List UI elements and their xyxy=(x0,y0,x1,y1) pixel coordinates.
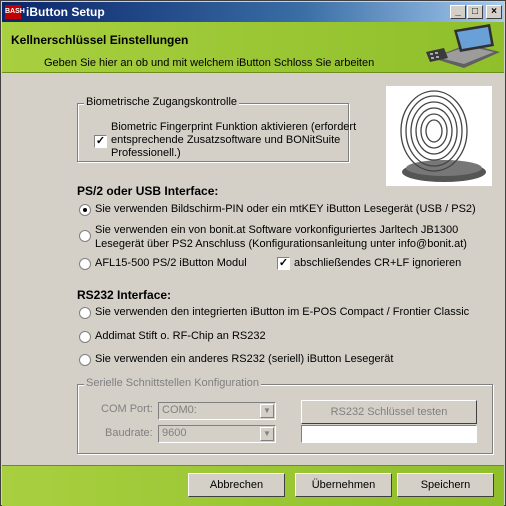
ps2-option-afl15-radio[interactable] xyxy=(79,258,91,270)
ps2-option-jarltech-label[interactable]: Sie verwenden ein von bonit.at Software … xyxy=(95,223,467,251)
jarltech-label-line1: Sie verwenden ein von bonit.at Software … xyxy=(95,224,459,236)
crlf-checkbox-label[interactable]: abschließendes CR+LF ignorieren xyxy=(294,257,461,269)
baudrate-value: 9600 xyxy=(162,427,187,439)
setup-window: BASH iButton Setup _ □ × Kellnerschlüsse… xyxy=(0,0,506,506)
baudrate-label: Baudrate: xyxy=(105,427,153,439)
biometric-legend: Biometrische Zugangskontrolle xyxy=(84,96,240,108)
rs232-option-other-label[interactable]: Sie verwenden ein anderes RS232 (seriell… xyxy=(95,353,393,365)
com-port-select[interactable]: COM0: ▼ xyxy=(158,402,276,420)
minimize-button[interactable]: _ xyxy=(450,5,466,19)
header-banner: Kellnerschlüssel Einstellungen Geben Sie… xyxy=(2,22,504,73)
cancel-button[interactable]: Abbrechen xyxy=(188,473,285,497)
chevron-down-icon[interactable]: ▼ xyxy=(260,404,274,418)
fingerprint-checkbox[interactable]: ✓ xyxy=(94,135,107,148)
close-button[interactable]: × xyxy=(486,5,502,19)
fingerprint-checkbox-label[interactable]: Biometric Fingerprint Funktion aktiviere… xyxy=(111,121,356,160)
header-subtitle: Geben Sie hier an ob und mit welchem iBu… xyxy=(44,57,375,69)
rs232-test-button[interactable]: RS232 Schlüssel testen xyxy=(301,400,477,424)
ps2-option-screen-pin-radio[interactable] xyxy=(79,204,91,216)
save-button[interactable]: Speichern xyxy=(397,473,494,497)
jarltech-label-line2: Lesegerät über PS2 Anschluss (Konfigurat… xyxy=(95,238,467,250)
title-bar[interactable]: BASH iButton Setup _ □ × xyxy=(2,2,504,22)
window-title: iButton Setup xyxy=(26,5,105,19)
maximize-button[interactable]: □ xyxy=(467,5,483,19)
app-icon: BASH xyxy=(5,5,25,19)
fingerprint-label-line1: Biometric Fingerprint Funktion aktiviere… xyxy=(111,121,357,133)
serial-config-legend: Serielle Schnittstellen Konfiguration xyxy=(84,377,262,389)
com-port-label: COM Port: xyxy=(101,403,153,415)
rs232-test-field[interactable] xyxy=(301,425,477,443)
crlf-checkbox[interactable]: ✓ xyxy=(277,257,290,270)
apply-button[interactable]: Übernehmen xyxy=(295,473,392,497)
ps2-heading: PS/2 oder USB Interface: xyxy=(77,184,219,198)
ps2-option-afl15-label[interactable]: AFL15-500 PS/2 iButton Modul xyxy=(95,257,247,269)
baudrate-select[interactable]: 9600 ▼ xyxy=(158,425,276,443)
rs232-heading: RS232 Interface: xyxy=(77,288,172,302)
rs232-option-other-radio[interactable] xyxy=(79,354,91,366)
pos-terminal-icon xyxy=(426,24,500,68)
fingerprint-reader-image xyxy=(386,86,492,186)
com-port-value: COM0: xyxy=(162,404,197,416)
footer-bar: Abbrechen Übernehmen Speichern xyxy=(2,465,504,506)
fingerprint-label-line2: entsprechende Zusatzsoftware und BONitSu… xyxy=(111,134,341,146)
ps2-option-jarltech-radio[interactable] xyxy=(79,230,91,242)
fingerprint-label-line3: Professionell.) xyxy=(111,147,181,159)
rs232-option-epos-label[interactable]: Sie verwenden den integrierten iButton i… xyxy=(95,306,469,318)
rs232-option-epos-radio[interactable] xyxy=(79,307,91,319)
rs232-option-addimat-label[interactable]: Addimat Stift o. RF-Chip an RS232 xyxy=(95,330,266,342)
chevron-down-icon[interactable]: ▼ xyxy=(260,427,274,441)
rs232-option-addimat-radio[interactable] xyxy=(79,331,91,343)
header-title: Kellnerschlüssel Einstellungen xyxy=(11,33,189,47)
ps2-option-screen-pin-label[interactable]: Sie verwenden Bildschirm-PIN oder ein mt… xyxy=(95,203,476,215)
